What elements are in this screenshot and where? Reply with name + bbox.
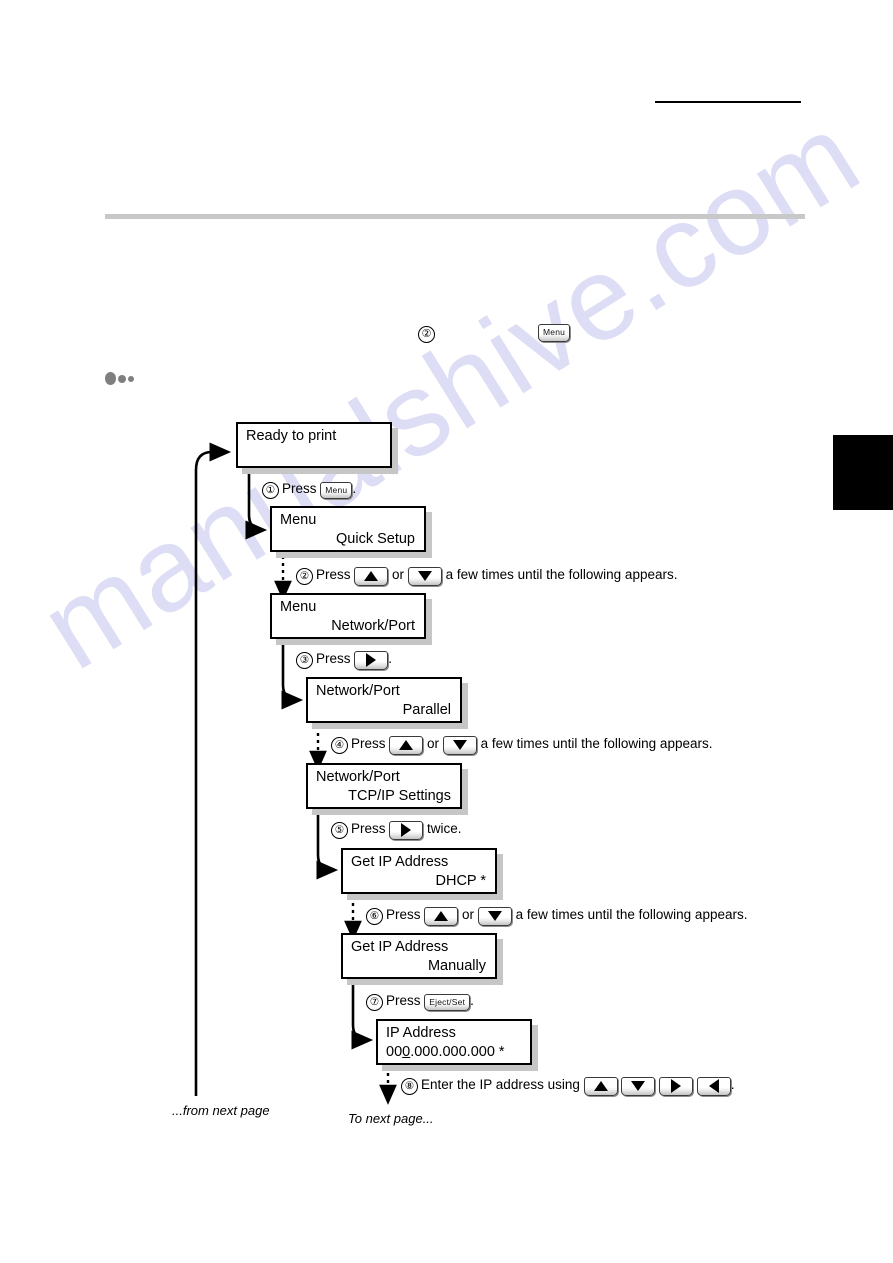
step-6: ⑥ Press or a few times until the followin… (366, 905, 747, 926)
step-joiner: or (392, 567, 405, 582)
arrow-up-key-icon[interactable] (583, 1076, 618, 1096)
section-divider-band (105, 214, 805, 219)
bullet-dots-decoration (105, 370, 134, 388)
step-number: ⑦ (366, 994, 383, 1011)
step-text-pre: Press (351, 821, 386, 836)
ip-cursor-digit: 0 (402, 1044, 411, 1060)
ip-digits-prefix: 00 (386, 1044, 403, 1060)
arrow-up-key-icon[interactable] (354, 566, 389, 586)
lcd-line2: TCP/IP Settings (348, 788, 451, 804)
lcd-screen-menu-quick-setup: Menu Quick Setup (270, 506, 426, 552)
header-rule (655, 101, 801, 103)
lcd-line2: Parallel (402, 702, 451, 718)
manual-page: manualshive.com ② Menu Ready to print Me… (0, 0, 893, 1263)
lcd-screen-get-ip-dhcp: Get IP Address DHCP * (341, 848, 497, 894)
lcd-line2: DHCP * (435, 873, 487, 889)
top-note-menu-key: Menu (538, 324, 571, 342)
arrow-down-key-icon[interactable] (477, 906, 512, 926)
step-text-post: . (730, 1077, 735, 1092)
step-joiner: or (462, 907, 475, 922)
menu-key-icon[interactable]: Menu (538, 324, 571, 342)
step-number: ④ (331, 737, 348, 754)
step-number: ⑤ (331, 822, 348, 839)
step-text-pre: Press (386, 993, 421, 1008)
lcd-line1: Get IP Address (351, 854, 449, 870)
to-next-page-caption: To next page... (348, 1111, 434, 1126)
step-text-pre: Press (386, 907, 421, 922)
lcd-line1: Menu (280, 512, 317, 528)
lcd-line2: 000.000.000.000 * (386, 1044, 505, 1060)
lcd-line2: Quick Setup (336, 531, 415, 547)
step-text-post: . (470, 993, 474, 1008)
step-5: ⑤ Press twice. (331, 819, 462, 840)
arrow-left-key-icon[interactable] (696, 1076, 731, 1096)
from-previous-page-caption: ...from next page (172, 1103, 270, 1118)
arrow-down-key-icon[interactable] (442, 735, 477, 755)
step-4: ④ Press or a few times until the followin… (331, 734, 712, 755)
lcd-line1: Get IP Address (351, 939, 449, 955)
arrow-down-key-icon[interactable] (621, 1076, 656, 1096)
arrow-up-key-icon[interactable] (389, 735, 424, 755)
lcd-line2: Network/Port (331, 618, 415, 634)
step-text-post: twice. (427, 821, 462, 836)
step-3: ③ Press . (296, 649, 392, 670)
menu-key-icon[interactable]: Menu (320, 481, 353, 500)
arrow-right-key-icon[interactable] (389, 820, 424, 840)
eject-set-key-icon[interactable]: Eject/Set (424, 993, 471, 1012)
step-text-pre: Enter the IP address using (421, 1077, 580, 1092)
step-2: ② Press or a few times until the followin… (296, 565, 677, 586)
step-joiner: or (427, 736, 440, 751)
step-number: ② (296, 568, 313, 585)
step-text-post: a few times until the following appears. (480, 736, 713, 751)
step-text-pre: Press (282, 481, 317, 496)
lcd-line1: IP Address (386, 1025, 456, 1041)
lcd-screen-network-port-parallel: Network/Port Parallel (306, 677, 462, 723)
step-number: ⑧ (401, 1078, 418, 1095)
lcd-line1: Network/Port (316, 769, 400, 785)
step-number: ③ (296, 652, 313, 669)
step-text-post: . (388, 651, 393, 666)
step-text-post: a few times until the following appears. (515, 907, 748, 922)
lcd-line1: Menu (280, 599, 317, 615)
top-note-circled-number: ② (418, 325, 435, 343)
step-text-post: a few times until the following appears. (445, 567, 678, 582)
ip-digits-suffix: .000.000.000 * (410, 1044, 505, 1060)
arrow-right-key-icon[interactable] (354, 650, 389, 670)
lcd-line1: Ready to print (246, 428, 337, 444)
step-number: ① (262, 482, 279, 499)
arrow-down-key-icon[interactable] (407, 566, 442, 586)
step-number: ⑥ (366, 908, 383, 925)
step-text-pre: Press (316, 651, 351, 666)
step-1: ① Press Menu. (262, 479, 356, 500)
chapter-thumb-tab (833, 435, 893, 510)
lcd-line2: Manually (427, 958, 486, 974)
flow-connectors (194, 442, 397, 1105)
step-text-pre: Press (316, 567, 351, 582)
step-text-pre: Press (351, 736, 386, 751)
step-8: ⑧ Enter the IP address using . (401, 1075, 735, 1096)
lcd-screen-get-ip-manually: Get IP Address Manually (341, 933, 497, 979)
watermark: manualshive.com (19, 88, 882, 695)
step-text-post: . (352, 481, 357, 496)
lcd-line1: Network/Port (316, 683, 400, 699)
step-7: ⑦ Press Eject/Set. (366, 991, 474, 1012)
lcd-screen-menu-network-port: Menu Network/Port (270, 593, 426, 639)
lcd-screen-ip-address-value: IP Address 000.000.000.000 * (376, 1019, 532, 1065)
arrow-right-key-icon[interactable] (659, 1076, 694, 1096)
lcd-screen-network-port-tcpip: Network/Port TCP/IP Settings (306, 763, 462, 809)
lcd-screen-ready: Ready to print (236, 422, 392, 468)
arrow-up-key-icon[interactable] (424, 906, 459, 926)
